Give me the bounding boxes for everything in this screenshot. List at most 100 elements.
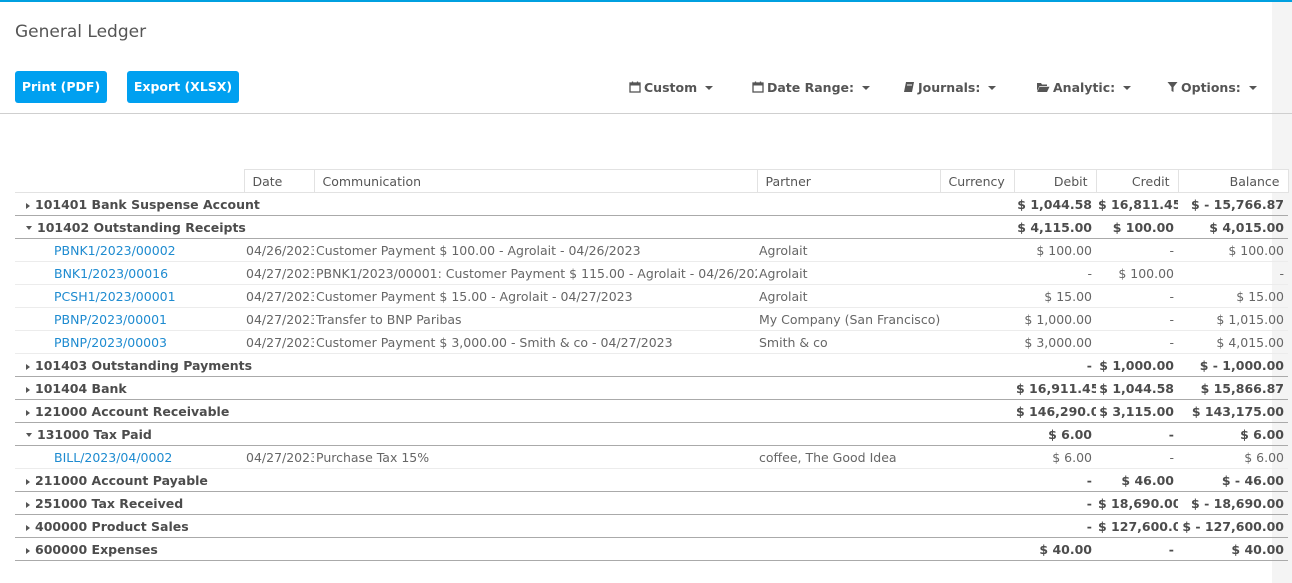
- account-row[interactable]: 211000 Account Payable - $ 46.00 $ - 46.00: [15, 468, 1288, 492]
- line-balance: $ 6.00: [1178, 445, 1288, 469]
- move-link[interactable]: PBNK1/2023/00002: [15, 238, 244, 262]
- account-row[interactable]: 600000 Expenses $ 40.00- $ 40.00: [15, 537, 1288, 561]
- options-dropdown[interactable]: Options:: [1167, 80, 1257, 95]
- line-date: 04/27/2023: [244, 284, 314, 308]
- account-name-cell[interactable]: 121000 Account Receivable: [15, 399, 1014, 423]
- line-balance: $ 1,015.00: [1178, 307, 1288, 331]
- account-credit: $ 1,000.00: [1096, 353, 1178, 377]
- caret-right-icon[interactable]: [26, 524, 30, 531]
- move-link[interactable]: PBNP/2023/00001: [15, 307, 244, 331]
- account-debit: $ 40.00: [1014, 537, 1096, 561]
- caret-down-icon[interactable]: [26, 225, 32, 230]
- account-row[interactable]: 400000 Product Sales -$ 127,600.00$ - 127…: [15, 514, 1288, 538]
- account-debit: $ 1,044.58: [1014, 192, 1096, 216]
- account-row[interactable]: 101404 Bank $ 16,911.45 $ 1,044.58 $ 15,866…: [15, 376, 1288, 400]
- line-communication: Transfer to BNP Paribas: [314, 307, 757, 331]
- journals-dropdown[interactable]: Journals:: [903, 80, 997, 95]
- custom-filter-dropdown[interactable]: Custom: [629, 80, 714, 95]
- account-row[interactable]: 131000 Tax Paid $ 6.00- $ 6.00: [15, 422, 1288, 446]
- print-pdf-button[interactable]: Print (PDF): [15, 71, 107, 103]
- account-name-cell[interactable]: 101402 Outstanding Receipts: [15, 215, 1014, 239]
- caret-right-icon[interactable]: [26, 478, 30, 485]
- caret-right-icon[interactable]: [26, 363, 30, 370]
- account-credit: $ 127,600.00: [1096, 514, 1178, 538]
- move-link[interactable]: BNK1/2023/00016: [15, 261, 244, 285]
- line-credit: -: [1096, 307, 1178, 331]
- move-line-row: BNK1/2023/00016 04/27/2023 PBNK1/2023/0000…: [15, 261, 1288, 285]
- top-accent-line: [0, 0, 1292, 2]
- line-debit: -: [1014, 261, 1096, 285]
- line-date: 04/27/2023: [244, 261, 314, 285]
- account-balance: $ 40.00: [1178, 537, 1288, 561]
- account-row[interactable]: 121000 Account Receivable $ 146,290.00$ 3…: [15, 399, 1288, 423]
- account-balance: $ - 1,000.00: [1178, 353, 1288, 377]
- account-credit: $ 18,690.00: [1096, 491, 1178, 515]
- account-name: 211000 Account Payable: [35, 472, 208, 488]
- line-debit: $ 6.00: [1014, 445, 1096, 469]
- line-date: 04/27/2023: [244, 307, 314, 331]
- account-row[interactable]: 101402 Outstanding Receipts $ 4,115.00 $ 1…: [15, 215, 1288, 239]
- account-debit: -: [1014, 353, 1096, 377]
- account-name-cell[interactable]: 251000 Tax Received: [15, 491, 1014, 515]
- caret-right-icon[interactable]: [26, 202, 30, 209]
- custom-filter-label: Custom: [644, 80, 698, 95]
- control-panel-divider: [0, 113, 1292, 114]
- account-name-cell[interactable]: 600000 Expenses: [15, 537, 1014, 561]
- caret-right-icon[interactable]: [26, 386, 30, 393]
- line-date: 04/27/2023: [244, 445, 314, 469]
- caret-right-icon[interactable]: [26, 409, 30, 416]
- caret-down-icon[interactable]: [26, 432, 32, 437]
- move-link[interactable]: BILL/2023/04/0002: [15, 445, 244, 469]
- move-link[interactable]: PBNP/2023/00003: [15, 330, 244, 354]
- page-title: General Ledger: [15, 22, 147, 42]
- line-credit: -: [1096, 330, 1178, 354]
- account-credit: $ 1,044.58: [1096, 376, 1178, 400]
- account-name: 600000 Expenses: [35, 541, 158, 557]
- account-name-cell[interactable]: 101403 Outstanding Payments: [15, 353, 1014, 377]
- account-debit: $ 146,290.00: [1014, 399, 1096, 423]
- line-communication: Customer Payment $ 100.00 - Agrolait - 0…: [314, 238, 757, 262]
- date-range-dropdown[interactable]: Date Range:: [752, 80, 870, 95]
- line-currency: [940, 445, 1014, 469]
- caret-right-icon[interactable]: [26, 501, 30, 508]
- account-balance: $ 143,175.00: [1178, 399, 1288, 423]
- line-balance: -: [1178, 261, 1288, 285]
- account-credit: $ 3,115.00: [1096, 399, 1178, 423]
- account-debit: $ 6.00: [1014, 422, 1096, 446]
- caret-right-icon[interactable]: [26, 547, 30, 554]
- account-name-cell[interactable]: 101401 Bank Suspense Account: [15, 192, 1014, 216]
- line-date: 04/26/2023: [244, 238, 314, 262]
- account-name-cell[interactable]: 400000 Product Sales: [15, 514, 1014, 538]
- account-row[interactable]: 101401 Bank Suspense Account $ 1,044.58 $ …: [15, 192, 1288, 216]
- journals-label: Journals:: [918, 80, 981, 95]
- account-debit: $ 4,115.00: [1014, 215, 1096, 239]
- line-debit: $ 100.00: [1014, 238, 1096, 262]
- move-link[interactable]: PCSH1/2023/00001: [15, 284, 244, 308]
- account-balance: $ - 15,766.87: [1178, 192, 1288, 216]
- account-name: 121000 Account Receivable: [35, 403, 230, 419]
- options-label: Options:: [1181, 80, 1241, 95]
- general-ledger-table: Date Communication Partner Currency Debi…: [15, 169, 1289, 561]
- account-credit: $ 46.00: [1096, 468, 1178, 492]
- header-credit: Credit: [1095, 169, 1179, 193]
- account-row[interactable]: 101403 Outstanding Payments - $ 1,000.00 $ …: [15, 353, 1288, 377]
- line-partner: Agrolait: [757, 238, 940, 262]
- account-row[interactable]: 251000 Tax Received - $ 18,690.00 $ - 18,69…: [15, 491, 1288, 515]
- export-xlsx-button[interactable]: Export (XLSX): [127, 71, 239, 103]
- account-name-cell[interactable]: 211000 Account Payable: [15, 468, 1014, 492]
- analytic-dropdown[interactable]: Analytic:: [1036, 80, 1132, 95]
- line-partner: Smith & co: [757, 330, 940, 354]
- line-debit: $ 15.00: [1014, 284, 1096, 308]
- account-name-cell[interactable]: 131000 Tax Paid: [15, 422, 1014, 446]
- analytic-label: Analytic:: [1053, 80, 1116, 95]
- account-name-cell[interactable]: 101404 Bank: [15, 376, 1014, 400]
- account-balance: $ 15,866.87: [1178, 376, 1288, 400]
- header-currency: Currency: [939, 169, 1015, 193]
- account-name: 101402 Outstanding Receipts: [37, 219, 246, 235]
- header-partner: Partner: [756, 169, 941, 193]
- line-currency: [940, 307, 1014, 331]
- line-credit: $ 100.00: [1096, 261, 1178, 285]
- line-partner: Agrolait: [757, 261, 940, 285]
- line-credit: -: [1096, 445, 1178, 469]
- account-debit: $ 16,911.45: [1014, 376, 1096, 400]
